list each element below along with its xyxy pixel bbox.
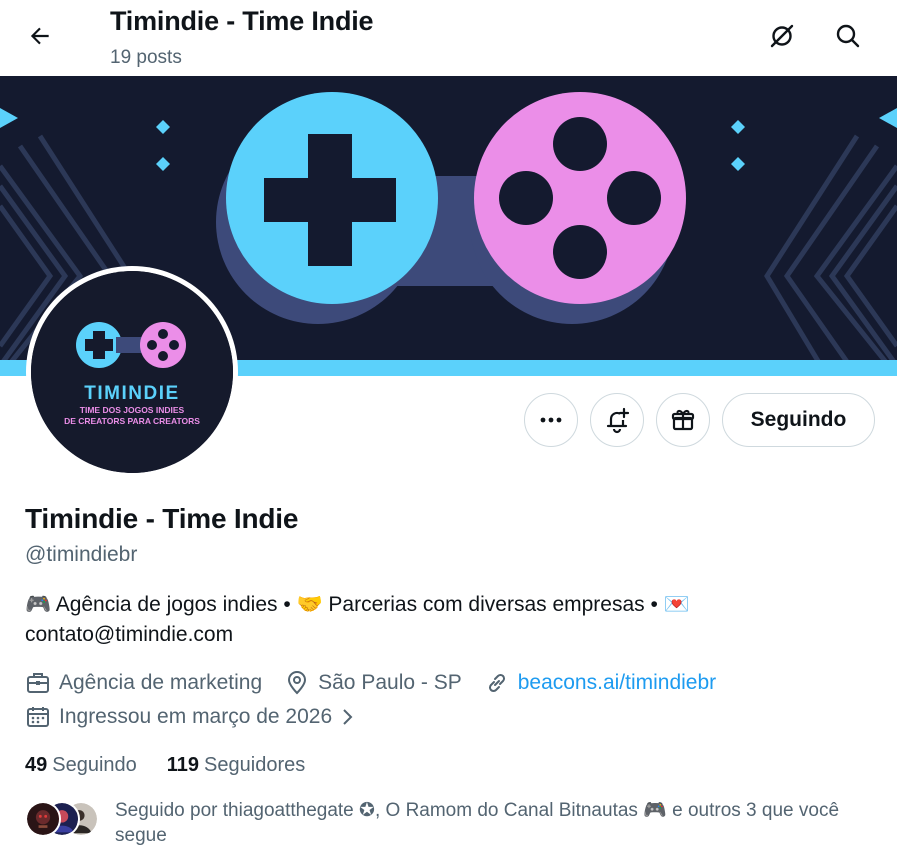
avatar-image: TIMINDIE TIME DOS JOGOS INDIES DE CREATO… <box>31 271 233 473</box>
logo-text: TIMINDIE <box>84 383 179 404</box>
profile-name: Timindie - Time Indie <box>25 503 299 534</box>
chevron-right-icon <box>343 709 353 725</box>
location-pin-icon <box>288 671 307 695</box>
profile-meta-row-1: Agência de marketing São Paulo - SP beac… <box>25 670 738 696</box>
following-count: 49 <box>25 754 48 776</box>
calendar-icon <box>27 707 49 727</box>
search-icon <box>836 24 860 48</box>
website-link[interactable]: beacons.ai/timindiebr <box>518 671 716 695</box>
page-title: Timindie - Time Indie <box>110 6 374 36</box>
profile-meta-row-2: Ingressou em março de 2026 <box>25 704 386 730</box>
search-button[interactable] <box>828 16 868 56</box>
bell-plus-icon <box>606 407 630 434</box>
following-count-link[interactable]: 49 Seguindo <box>25 754 137 777</box>
arrow-left-icon <box>30 27 49 45</box>
profile-avatar[interactable]: TIMINDIE TIME DOS JOGOS INDIES DE CREATO… <box>26 266 238 478</box>
following-button[interactable]: Seguindo <box>722 393 875 447</box>
more-icon <box>540 417 562 423</box>
following-label: Seguindo <box>52 754 137 776</box>
location-text: São Paulo - SP <box>318 671 462 694</box>
handshake-icon: 🤝 <box>296 593 323 616</box>
back-button[interactable] <box>20 16 60 56</box>
joined-text: Ingressou em março de 2026 <box>59 705 333 728</box>
gift-button[interactable] <box>656 393 710 447</box>
gamepad-icon: 🎮 <box>25 593 52 616</box>
follow-counts: 49 Seguindo 119 Seguidores <box>25 754 335 777</box>
category-item: Agência de marketing <box>25 670 262 696</box>
bio-text-1: Agência de jogos indies • <box>55 593 291 616</box>
envelope-icon: 💌 <box>663 593 690 616</box>
briefcase-icon <box>27 673 49 693</box>
follower-avatar-1 <box>25 801 61 837</box>
joined-item[interactable]: Ingressou em março de 2026 <box>25 704 364 730</box>
followed-by-text[interactable]: Seguido por thiagoatthegate ✪, O Ramom d… <box>115 798 885 848</box>
followers-label: Seguidores <box>204 754 306 776</box>
bio-email: contato@timindie.com <box>25 623 234 646</box>
followers-count: 119 <box>166 754 200 776</box>
timindie-logo: TIMINDIE TIME DOS JOGOS INDIES DE CREATO… <box>31 271 233 473</box>
website-item: beacons.ai/timindiebr <box>484 670 716 696</box>
bio-text-2: Parcerias com diversas empresas • <box>328 593 658 616</box>
logo-tagline-1: TIME DOS JOGOS INDIES <box>80 405 185 415</box>
category-text: Agência de marketing <box>59 671 263 694</box>
grok-button[interactable] <box>762 16 802 56</box>
more-button[interactable] <box>524 393 578 447</box>
followers-count-link[interactable]: 119 Seguidores <box>167 754 305 777</box>
link-icon <box>488 673 505 693</box>
grok-icon <box>770 24 794 48</box>
top-bar: Timindie - Time Indie 19 posts <box>0 0 897 76</box>
notifications-button[interactable] <box>590 393 644 447</box>
location-item: São Paulo - SP <box>284 670 462 696</box>
profile-bio: 🎮 Agência de jogos indies • 🤝 Parcerias … <box>25 590 865 650</box>
post-count: 19 posts <box>110 47 182 68</box>
gift-icon <box>671 410 695 431</box>
logo-tagline-2: DE CREATORS PARA CREATORS <box>64 416 200 426</box>
profile-handle: @timindiebr <box>25 543 138 566</box>
